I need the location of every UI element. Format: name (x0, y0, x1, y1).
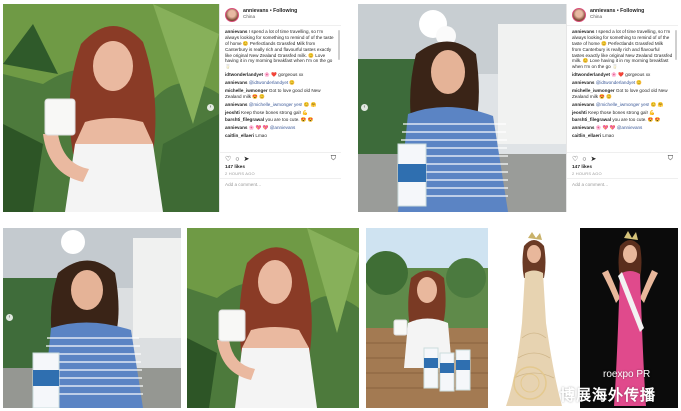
comment-user[interactable]: annievans (225, 80, 247, 85)
comment-row: barshti_filegrawal you are too cute. 😍 😍 (572, 117, 673, 123)
bookmark-icon[interactable]: ⛉ (331, 155, 336, 163)
comment-row: annievans @idtwonderlandyet 😊 (572, 80, 673, 86)
comment-row: jeoshti Keep those bones strong gal! 💪 (572, 110, 673, 116)
photo-4 (187, 228, 359, 408)
caption: annievans I spend a lot of time travelli… (572, 29, 673, 70)
comment-row: caitlin_ellaeri Lmao (572, 133, 673, 139)
comment-user[interactable]: annievans (572, 125, 594, 130)
photo-6 (492, 228, 574, 408)
post-photo-1: › (3, 4, 219, 212)
watermark-brand-text: roexpo PR (603, 369, 651, 380)
comment-user[interactable]: caitlin_ellaeri (225, 133, 254, 138)
comment-text: you are too cute. 😍 😍 (265, 117, 314, 123)
watermark-chinese-text: 博展海外传播 (560, 386, 657, 404)
comment-text: 🌸 ❤️ gorgeous xx (264, 72, 304, 78)
comment-row: michelle_iwmonger Got to love good old N… (572, 88, 673, 100)
photo-7-image (580, 228, 678, 408)
photo-2-image (358, 4, 566, 212)
comment-icon[interactable]: ○ (235, 156, 239, 163)
comments-list[interactable]: annievans I spend a lot of time travelli… (567, 26, 678, 152)
add-comment-input[interactable]: Add a comment... (567, 178, 678, 190)
following-button[interactable]: Following (273, 8, 297, 14)
action-bar: ♡ ○ ➤ ⛉ (220, 152, 341, 165)
comment-user[interactable]: idtwonderlandyet (225, 72, 263, 77)
comment-row: annievans @michelle_iwmonger yes! 😊 🤗 (572, 102, 673, 108)
comment-text: @michelle_iwmonger yes! 😊 🤗 (595, 101, 664, 107)
comment-user[interactable]: jeoshti (225, 110, 240, 115)
action-bar: ♡ ○ ➤ ⛉ (567, 152, 678, 165)
comment-row: annievans @michelle_iwmonger yes! 😊 🤗 (225, 102, 336, 108)
photo-1-image (3, 4, 219, 212)
comment-text: 🌸 💖 💖 @annievans (248, 125, 296, 131)
heart-icon[interactable]: ♡ (225, 155, 231, 163)
comment-text: @idtwonderlandyet 😊 (248, 80, 296, 85)
comment-user[interactable]: michelle_iwmonger (572, 88, 615, 93)
comment-user[interactable]: caitlin_ellaeri (572, 133, 601, 138)
photo-5-image (366, 228, 488, 408)
comment-text: Lmao (602, 133, 614, 139)
comment-user[interactable]: annievans (225, 102, 247, 107)
post-panel-1: annievans • Following China annievans I … (219, 4, 341, 212)
comment-text: you are too cute. 😍 😍 (612, 117, 661, 123)
share-icon[interactable]: ➤ (591, 155, 597, 163)
heart-icon[interactable]: ♡ (572, 155, 578, 163)
comment-text: I spend a lot of time travelling, so I'm… (572, 29, 673, 70)
comment-row: jeoshti Keep those bones strong gal! 💪 (225, 110, 336, 116)
post-header: annievans • Following China (567, 4, 678, 26)
comment-row: idtwonderlandyet 🌸 ❤️ gorgeous xx (572, 72, 673, 78)
comment-user[interactable]: annievans (572, 29, 594, 34)
comment-row: michelle_iwmonger Got to love good old N… (225, 88, 336, 100)
comment-row: annievans 🌸 💖 💖 @annievans (225, 125, 336, 131)
comment-text: 🌸 ❤️ gorgeous xx (611, 72, 651, 78)
following-button[interactable]: Following (620, 8, 644, 14)
comment-user[interactable]: jeoshti (572, 110, 587, 115)
comment-user[interactable]: michelle_iwmonger (225, 88, 268, 93)
bookmark-icon[interactable]: ⛉ (668, 155, 673, 163)
photo-7 (580, 228, 678, 408)
location-label[interactable]: China (243, 14, 297, 20)
comment-row: barshti_filegrawal you are too cute. 😍 😍 (225, 117, 336, 123)
avatar[interactable] (572, 7, 586, 22)
comment-row: annievans 🌸 💖 💖 @annievans (572, 125, 673, 131)
prev-arrow-icon[interactable]: ‹ (361, 104, 368, 111)
comment-text: I spend a lot of time travelling, so I'm… (225, 29, 334, 70)
comment-row: caitlin_ellaeri Lmao (225, 133, 336, 139)
comment-text: Keep those bones strong gal! 💪 (588, 109, 655, 115)
photo-3-image (3, 228, 181, 408)
comment-text: 🌸 💖 💖 @annievans (595, 125, 643, 131)
comment-user[interactable]: barshti_filegrawal (225, 117, 264, 122)
post-panel-2: annievans • Following China annievans I … (566, 4, 678, 212)
comment-text: Lmao (255, 133, 267, 139)
comment-user[interactable]: annievans (225, 29, 247, 34)
comment-text: Keep those bones strong gal! 💪 (241, 109, 308, 115)
photo-3: ‹ (3, 228, 181, 408)
photo-4-image (187, 228, 359, 408)
comments-list[interactable]: annievans I spend a lot of time travelli… (220, 26, 341, 152)
add-comment-input[interactable]: Add a comment... (220, 178, 341, 190)
location-label[interactable]: China (590, 14, 644, 20)
comment-user[interactable]: annievans (225, 125, 247, 130)
comment-icon[interactable]: ○ (582, 156, 586, 163)
comment-user[interactable]: annievans (572, 80, 594, 85)
comments-scrollbar[interactable] (338, 30, 340, 60)
avatar[interactable] (225, 7, 239, 22)
comment-user[interactable]: idtwonderlandyet (572, 72, 610, 77)
next-arrow-icon[interactable]: › (207, 104, 214, 111)
post-timestamp: 2 HOURS AGO (572, 171, 602, 176)
share-icon[interactable]: ➤ (244, 155, 250, 163)
caption: annievans I spend a lot of time travelli… (225, 29, 336, 70)
post-timestamp: 2 HOURS AGO (225, 171, 255, 176)
photo-5 (366, 228, 488, 408)
comments-scrollbar[interactable] (675, 30, 677, 60)
photo-6-image (492, 228, 574, 408)
comment-row: annievans @idtwonderlandyet 😊 (225, 80, 336, 86)
comment-text: @michelle_iwmonger yes! 😊 🤗 (248, 101, 317, 107)
comment-row: idtwonderlandyet 🌸 ❤️ gorgeous xx (225, 72, 336, 78)
post-photo-2: ‹ (358, 4, 566, 212)
prev-arrow-icon[interactable]: ‹ (6, 314, 13, 321)
comment-user[interactable]: barshti_filegrawal (572, 117, 611, 122)
post-header: annievans • Following China (220, 4, 341, 26)
comment-text: @idtwonderlandyet 😊 (595, 80, 643, 85)
comment-user[interactable]: annievans (572, 102, 594, 107)
